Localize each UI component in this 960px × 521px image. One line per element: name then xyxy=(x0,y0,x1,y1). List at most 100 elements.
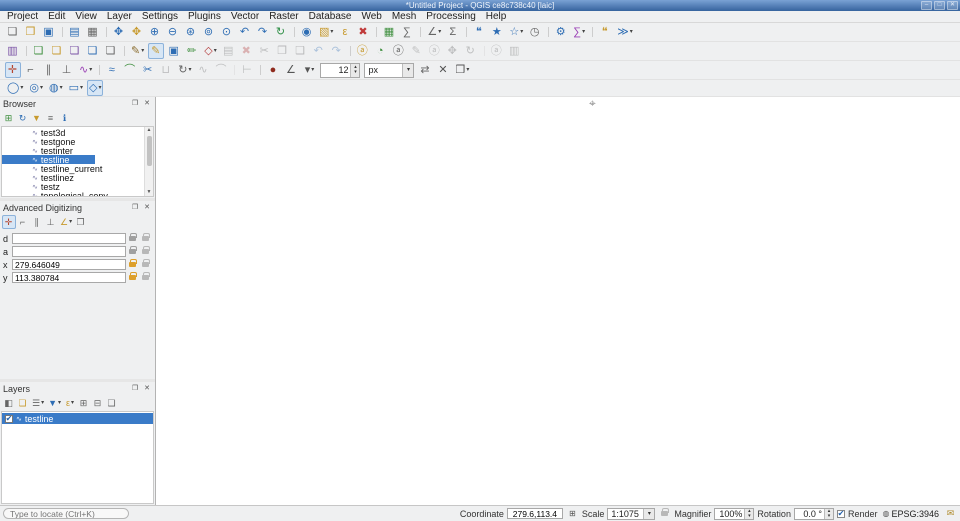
menu-item-web[interactable]: Web xyxy=(356,11,386,23)
scroll-thumb[interactable] xyxy=(147,136,152,166)
map-canvas[interactable]: ⌖ xyxy=(156,97,960,505)
toggle-editing-button[interactable]: ✎ xyxy=(148,43,164,59)
menu-item-plugins[interactable]: Plugins xyxy=(183,11,226,23)
show-hidden-labels-button[interactable]: ⓐ xyxy=(391,43,407,59)
flip-direction-button[interactable]: ⇄ xyxy=(417,62,433,78)
browser-item-testinter[interactable]: ∿ testinter xyxy=(2,146,153,155)
change-label-properties-button[interactable]: ⓐ xyxy=(489,43,505,59)
filter-by-expression-button[interactable]: ε▾ xyxy=(63,396,77,410)
layout-manager-button[interactable]: ▦ xyxy=(85,24,101,40)
advanced-digitizing-panel-header[interactable]: Advanced Digitizing ❐ ✕ xyxy=(0,201,155,214)
spin-down-icon[interactable]: ▾ xyxy=(748,514,751,519)
delete-selected-button[interactable]: ✖ xyxy=(239,43,255,59)
parallel-constraint-button[interactable]: ∥ xyxy=(41,62,57,78)
locator-input[interactable] xyxy=(3,508,129,519)
annotations-button[interactable]: ❝ xyxy=(597,24,613,40)
merge-features-button[interactable]: ⊔ xyxy=(158,62,174,78)
shape-options-button[interactable]: ❒▾ xyxy=(453,62,471,78)
cut-features-button[interactable]: ✂ xyxy=(257,43,273,59)
menu-item-layer[interactable]: Layer xyxy=(102,11,137,23)
reshape-features-button[interactable]: ⌒ xyxy=(122,62,138,78)
render-checkbox[interactable]: ✔ xyxy=(837,510,845,518)
adv-perpendicular-button[interactable]: ⊥ xyxy=(44,215,58,229)
open-attribute-table-button[interactable]: ▦ xyxy=(381,24,397,40)
adv-parallel-button[interactable]: ∥ xyxy=(30,215,44,229)
spin-down-icon[interactable]: ▾ xyxy=(354,70,357,75)
menu-item-view[interactable]: View xyxy=(70,11,102,23)
lock-scale-button[interactable] xyxy=(658,508,671,520)
continuous-lock-button[interactable] xyxy=(139,233,152,245)
trace-button[interactable]: ∿▾ xyxy=(77,62,94,78)
units-combo[interactable]: px ▾ xyxy=(364,63,414,78)
zoom-next-button[interactable]: ↷ xyxy=(255,24,271,40)
filter-browser-button[interactable]: ▼ xyxy=(30,111,44,125)
new-virtual-layer-button[interactable]: ❏ xyxy=(85,43,101,59)
statistics-panel-button[interactable]: ∑▾ xyxy=(571,24,587,40)
new-geopackage-layer-button[interactable]: ❏ xyxy=(31,43,47,59)
remove-layer-button[interactable]: ❑ xyxy=(105,396,119,410)
split-features-button[interactable]: ✂ xyxy=(140,62,156,78)
offset-curve-button[interactable]: ⌒ xyxy=(213,62,229,78)
highlight-pinned-labels-button[interactable]: ⓐ xyxy=(427,43,443,59)
filter-legend-button[interactable]: ▼▾ xyxy=(46,396,63,410)
continuous-lock-button[interactable] xyxy=(139,272,152,284)
float-panel-button[interactable]: ❐ xyxy=(130,384,140,394)
zoom-out-button[interactable]: ⊖ xyxy=(165,24,181,40)
save-layer-edits-button[interactable]: ▣ xyxy=(166,43,182,59)
open-project-button[interactable]: ❒ xyxy=(23,24,39,40)
scroll-down-icon[interactable]: ▼ xyxy=(147,189,152,196)
vertex-tool-button[interactable]: ◇▾ xyxy=(202,43,218,59)
layer-diagram-button[interactable]: ◔ xyxy=(373,43,389,59)
refresh-browser-button[interactable]: ↻ xyxy=(16,111,30,125)
coordinate-input[interactable] xyxy=(507,508,563,519)
size-spinbox[interactable]: 12 ▴▾ xyxy=(320,63,360,78)
close-panel-button[interactable]: ✕ xyxy=(142,99,152,109)
menu-item-database[interactable]: Database xyxy=(304,11,357,23)
menu-item-raster[interactable]: Raster xyxy=(264,11,303,23)
adv-field-input[interactable] xyxy=(12,233,126,244)
scroll-up-icon[interactable]: ▲ xyxy=(147,127,152,134)
float-panel-button[interactable]: ❐ xyxy=(130,203,140,213)
rotation-spinbox[interactable]: 0.0 ° ▴▾ xyxy=(794,508,834,520)
lock-value-button[interactable] xyxy=(126,246,139,258)
identify-features-button[interactable]: ◉ xyxy=(299,24,315,40)
zoom-to-selection-button[interactable]: ⊚ xyxy=(201,24,217,40)
construction-mode-button[interactable]: ⌐ xyxy=(23,62,39,78)
adv-field-input[interactable] xyxy=(12,259,126,270)
crs-button[interactable]: ◍ EPSG:3946 xyxy=(880,509,941,519)
new-temporary-scratch-layer-button[interactable]: ❏ xyxy=(103,43,119,59)
paste-features-button[interactable]: ❑ xyxy=(293,43,309,59)
pan-map-button[interactable]: ✥ xyxy=(111,24,127,40)
statistical-summary-button[interactable]: Σ xyxy=(445,24,461,40)
close-panel-button[interactable]: ✕ xyxy=(142,384,152,394)
new-spatialite-layer-button[interactable]: ❏ xyxy=(67,43,83,59)
ellipse-from-center-button[interactable]: ◍▾ xyxy=(47,80,65,96)
select-by-expression-button[interactable]: ε xyxy=(337,24,353,40)
float-panel-button[interactable]: ❐ xyxy=(130,99,140,109)
browser-item-testgone[interactable]: ∿ testgone xyxy=(2,137,153,146)
select-features-button[interactable]: ▧▾ xyxy=(317,24,335,40)
layer-item-testline[interactable]: ✔ ∿ testline xyxy=(2,413,153,424)
browser-item-topological-copy[interactable]: ∿ topological_copy xyxy=(2,192,153,197)
undo-button[interactable]: ↶ xyxy=(311,43,327,59)
perpendicular-constraint-button[interactable]: ⊥ xyxy=(59,62,75,78)
zoom-last-button[interactable]: ↶ xyxy=(237,24,253,40)
close-panel-button[interactable]: ✕ xyxy=(142,203,152,213)
lock-value-button[interactable] xyxy=(126,272,139,284)
messages-button[interactable]: ✉ xyxy=(944,508,957,520)
minimize-button[interactable]: – xyxy=(921,1,932,10)
menu-item-edit[interactable]: Edit xyxy=(43,11,70,23)
circle-from-2-points-button[interactable]: ◯▾ xyxy=(5,80,25,96)
new-bookmark-button[interactable]: ★ xyxy=(489,24,505,40)
scale-combo[interactable]: 1:1075 ▾ xyxy=(607,508,655,520)
show-bookmarks-button[interactable]: ☆▾ xyxy=(507,24,525,40)
save-project-button[interactable]: ▣ xyxy=(41,24,57,40)
menu-item-help[interactable]: Help xyxy=(481,11,512,23)
angle-constraint-button[interactable]: ∠ xyxy=(283,62,299,78)
stroke-color-button[interactable]: ● xyxy=(265,62,281,78)
layer-labeling-button[interactable]: ⓐ xyxy=(355,43,371,59)
continuous-lock-button[interactable] xyxy=(139,246,152,258)
adv-field-input[interactable] xyxy=(12,272,126,283)
layers-panel-header[interactable]: Layers ❐ ✕ xyxy=(0,382,155,395)
new-shapefile-layer-button[interactable]: ❏ xyxy=(49,43,65,59)
